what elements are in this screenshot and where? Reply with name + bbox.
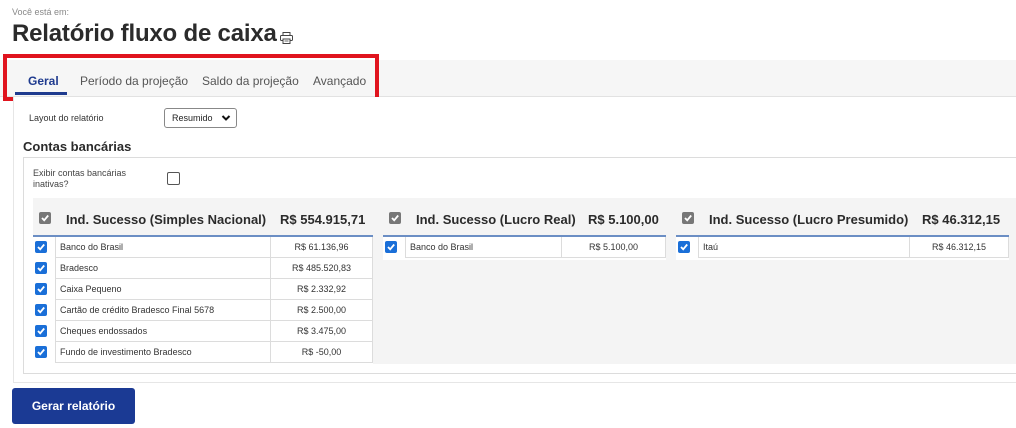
chevron-down-icon xyxy=(221,115,231,121)
group-header: Ind. Sucesso (Lucro Presumido) R$ 46.312… xyxy=(676,199,1009,237)
layout-select-value: Resumido xyxy=(172,113,213,123)
account-name: Bradesco xyxy=(55,258,271,279)
group-name: Ind. Sucesso (Lucro Presumido) xyxy=(709,212,909,227)
account-checkbox[interactable] xyxy=(678,241,690,253)
page-header: Você está em: Relatório fluxo de caixa xyxy=(0,0,1016,60)
layout-label: Layout do relatório xyxy=(29,113,104,123)
inactive-accounts-label: Exibir contas bancárias inativas? xyxy=(33,168,127,189)
account-value: R$ 61.136,96 xyxy=(271,237,373,258)
bank-group-lucro-presumido: Ind. Sucesso (Lucro Presumido) R$ 46.312… xyxy=(676,199,1009,260)
check-icon xyxy=(37,285,45,293)
account-name: Banco do Brasil xyxy=(55,237,271,258)
layout-select[interactable]: Resumido xyxy=(164,108,237,128)
check-icon xyxy=(37,306,45,314)
account-checkbox[interactable] xyxy=(35,325,47,337)
group-select-all-checkbox[interactable] xyxy=(39,212,51,224)
account-name: Banco do Brasil xyxy=(405,237,562,258)
page-title: Relatório fluxo de caixa xyxy=(12,20,277,47)
account-name: Cartão de crédito Bradesco Final 5678 xyxy=(55,300,271,321)
account-checkbox[interactable] xyxy=(35,241,47,253)
account-value: R$ -50,00 xyxy=(271,342,373,363)
contas-title: Contas bancárias xyxy=(23,139,132,154)
account-value: R$ 485.520,83 xyxy=(271,258,373,279)
check-icon xyxy=(37,243,45,251)
account-value: R$ 46.312,15 xyxy=(910,237,1009,258)
account-checkbox[interactable] xyxy=(35,304,47,316)
group-header: Ind. Sucesso (Simples Nacional) R$ 554.9… xyxy=(33,199,373,237)
group-total: R$ 554.915,71 xyxy=(280,212,366,227)
print-icon[interactable] xyxy=(280,32,293,44)
account-checkbox[interactable] xyxy=(35,283,47,295)
check-icon xyxy=(37,264,45,272)
group-total: R$ 46.312,15 xyxy=(922,212,1001,227)
account-name: Caixa Pequeno xyxy=(55,279,271,300)
group-name: Ind. Sucesso (Lucro Real) xyxy=(416,212,576,227)
account-value: R$ 2.500,00 xyxy=(271,300,373,321)
account-checkbox[interactable] xyxy=(385,241,397,253)
group-select-all-checkbox[interactable] xyxy=(389,212,401,224)
check-icon xyxy=(41,214,49,222)
account-name: Itaú xyxy=(698,237,910,258)
account-name: Fundo de investimento Bradesco xyxy=(55,342,271,363)
bank-group-lucro-real: Ind. Sucesso (Lucro Real) R$ 5.100,00 Ba… xyxy=(383,199,666,260)
check-icon xyxy=(37,327,45,335)
account-value: R$ 3.475,00 xyxy=(271,321,373,342)
breadcrumb: Você está em: xyxy=(12,7,70,17)
tabs-highlight-box xyxy=(3,54,379,101)
check-icon xyxy=(391,214,399,222)
account-name: Cheques endossados xyxy=(55,321,271,342)
group-select-all-checkbox[interactable] xyxy=(682,212,694,224)
account-value: R$ 5.100,00 xyxy=(562,237,666,258)
group-total: R$ 5.100,00 xyxy=(588,212,659,227)
account-value: R$ 2.332,92 xyxy=(271,279,373,300)
account-checkbox[interactable] xyxy=(35,346,47,358)
group-name: Ind. Sucesso (Simples Nacional) xyxy=(66,212,267,227)
generate-report-button[interactable]: Gerar relatório xyxy=(12,388,135,424)
check-icon xyxy=(37,348,45,356)
bank-group-simples: Ind. Sucesso (Simples Nacional) R$ 554.9… xyxy=(33,199,373,366)
account-checkbox[interactable] xyxy=(35,262,47,274)
check-icon xyxy=(680,243,688,251)
group-header: Ind. Sucesso (Lucro Real) R$ 5.100,00 xyxy=(383,199,666,237)
check-icon xyxy=(387,243,395,251)
inactive-accounts-checkbox[interactable] xyxy=(167,172,180,185)
check-icon xyxy=(684,214,692,222)
